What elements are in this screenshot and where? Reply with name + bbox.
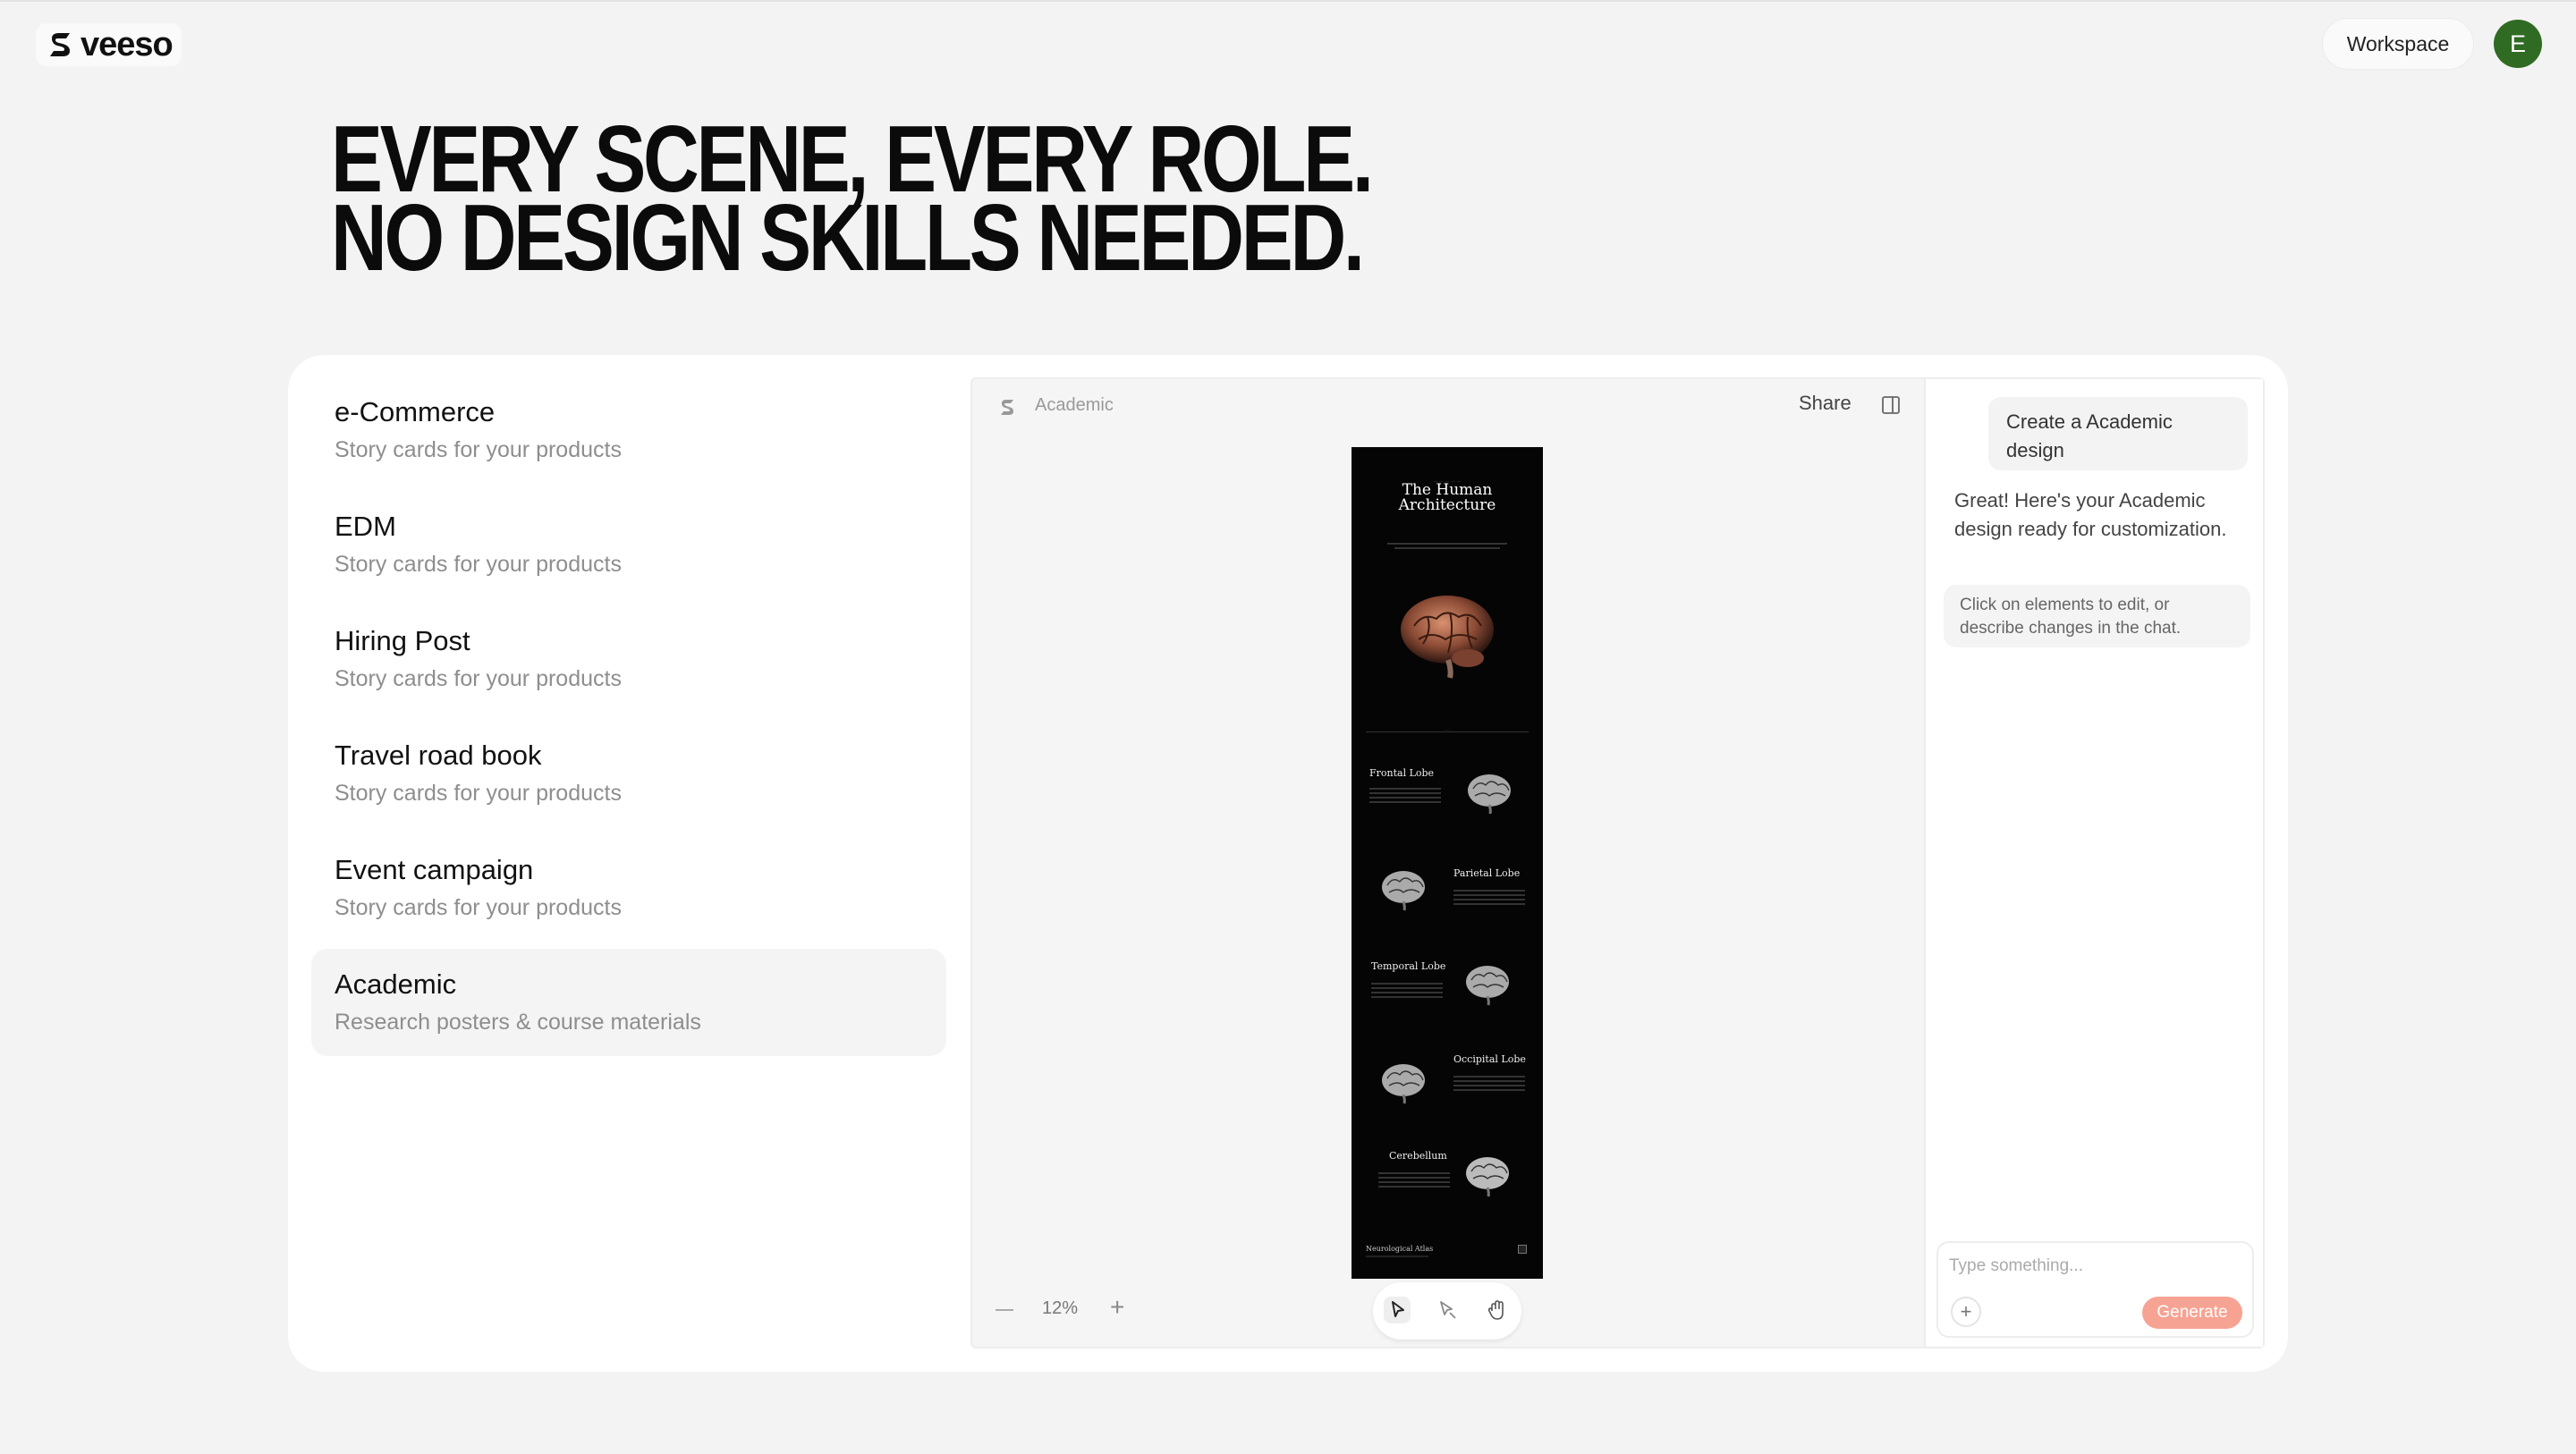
category-title: Event campaign xyxy=(335,854,534,885)
veeso-logo[interactable]: veeso xyxy=(36,23,182,66)
generate-button[interactable]: Generate xyxy=(2142,1297,2242,1329)
category-title: e-Commerce xyxy=(335,396,496,427)
poster-section-text xyxy=(1371,980,1443,1001)
category-subtitle: Story cards for your products xyxy=(335,895,622,920)
document-title[interactable]: Academic xyxy=(1035,395,1114,416)
category-subtitle: Story cards for your products xyxy=(335,781,622,806)
zoom-level[interactable]: 12% xyxy=(1042,1298,1078,1319)
share-button[interactable]: Share xyxy=(1799,392,1852,415)
avatar[interactable]: E xyxy=(2494,20,2542,68)
category-item-travel-road-book[interactable]: Travel road book Story cards for your pr… xyxy=(311,714,946,820)
canvas-toolbar xyxy=(1373,1282,1521,1340)
poster-section-title: Occipital Lobe xyxy=(1453,1053,1526,1065)
pointer-icon[interactable] xyxy=(1384,1297,1411,1323)
category-title: Hiring Post xyxy=(335,625,470,656)
chat-input[interactable] xyxy=(1949,1252,2235,1281)
select-icon[interactable] xyxy=(1434,1297,1461,1323)
poster-footer-line xyxy=(1366,1255,1428,1257)
brain-icon xyxy=(1468,774,1511,815)
editor-panel: Academic Share — — — — — The Human Archi… xyxy=(970,377,2265,1348)
category-item-hiring-post[interactable]: Hiring Post Story cards for your product… xyxy=(311,600,946,706)
poster-footer: Neurological Atlas xyxy=(1366,1245,1434,1253)
category-subtitle: Research posters & course materials xyxy=(335,1010,701,1035)
poster-section-title: Parietal Lobe xyxy=(1453,867,1521,879)
user-message: Create a Academic design xyxy=(1988,397,2248,470)
category-subtitle: Story cards for your products xyxy=(335,666,622,691)
category-item-academic[interactable]: Academic Research posters & course mater… xyxy=(311,949,946,1056)
poster-section-text xyxy=(1369,785,1441,806)
poster-section-title: Cerebellum xyxy=(1389,1150,1447,1162)
category-subtitle: Story cards for your products xyxy=(335,437,622,462)
canvas-area[interactable]: Academic Share — — — — — The Human Archi… xyxy=(972,379,1924,1347)
category-item-ecommerce[interactable]: e-Commerce Story cards for your products xyxy=(311,371,946,477)
category-item-edm[interactable]: EDM Story cards for your products xyxy=(311,486,946,591)
brain-icon xyxy=(1466,966,1509,1006)
poster-intro xyxy=(1387,540,1507,552)
hero-heading: EVERY SCENE, EVERY ROLE. NO DESIGN SKILL… xyxy=(331,112,1431,291)
poster-section-text xyxy=(1378,1170,1450,1190)
assistant-message: Great! Here's your Academic design ready… xyxy=(1954,489,2227,540)
poster-preview[interactable]: — — — — — The Human Architecture · · · F… xyxy=(1352,447,1543,1279)
poster-title: The Human Architecture xyxy=(1352,483,1543,513)
minus-icon[interactable] xyxy=(996,1309,1013,1311)
poster-section-title: Temporal Lobe xyxy=(1371,960,1446,972)
brain-icon xyxy=(1382,1064,1425,1104)
category-title: Academic xyxy=(335,968,457,1000)
category-subtitle: Story cards for your products xyxy=(335,552,622,577)
assistant-tip: Click on elements to edit, or describe c… xyxy=(1944,585,2250,647)
poster-section-text xyxy=(1453,887,1525,908)
category-item-event-campaign[interactable]: Event campaign Story cards for your prod… xyxy=(311,829,946,934)
poster-title-line-2: Architecture xyxy=(1398,496,1496,514)
brain-icon xyxy=(1466,1157,1509,1197)
veeso-logo-icon xyxy=(50,33,70,56)
brand-name: veeso xyxy=(80,25,174,63)
plus-icon[interactable]: + xyxy=(1110,1295,1124,1320)
category-title: Travel road book xyxy=(335,740,542,771)
poster-section-title: Frontal Lobe xyxy=(1369,767,1435,779)
poster-qr-icon xyxy=(1518,1245,1527,1254)
panel-toggle-icon[interactable] xyxy=(1881,395,1901,415)
veeso-logo-icon xyxy=(1001,400,1013,415)
poster-divider-label: · · · xyxy=(1444,728,1451,733)
brain-icon xyxy=(1401,596,1494,679)
attach-button[interactable]: + xyxy=(1951,1297,1981,1327)
workspace-button[interactable]: Workspace xyxy=(2322,18,2474,70)
chat-panel: Create a Academic design Great! Here's y… xyxy=(1924,379,2263,1347)
category-title: EDM xyxy=(335,511,396,542)
hero-line-2: NO DESIGN SKILLS NEEDED. xyxy=(331,185,1365,291)
chat-composer: + Generate xyxy=(1936,1241,2254,1338)
poster-section-text xyxy=(1453,1073,1525,1094)
brain-icon xyxy=(1382,871,1425,911)
hand-icon[interactable] xyxy=(1484,1297,1511,1323)
